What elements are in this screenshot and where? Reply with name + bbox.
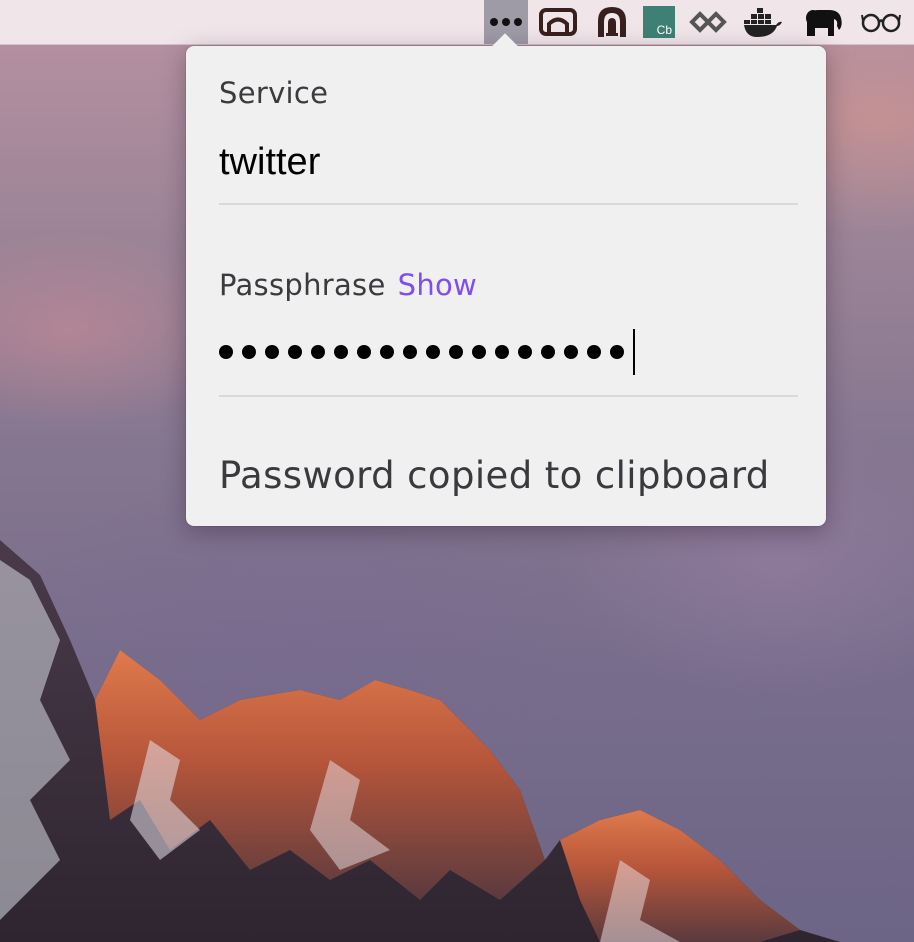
passphrase-dot: [564, 345, 578, 359]
service-input[interactable]: [219, 134, 798, 190]
tunnel-icon[interactable]: [590, 0, 634, 44]
passphrase-masked-dots: [219, 345, 633, 359]
passphrase-divider: [219, 395, 798, 397]
passphrase-dot: [380, 345, 394, 359]
desktop-wallpaper: Cb Service twitter Passphrase Show Passw…: [0, 0, 914, 942]
passphrase-label: Passphrase: [219, 268, 386, 302]
cb-app-icon-label: Cb: [657, 23, 673, 37]
passphrase-dot: [311, 345, 325, 359]
service-label: Service: [219, 76, 329, 110]
status-message: Password copied to clipboard: [219, 454, 770, 497]
passphrase-dot: [357, 345, 371, 359]
passphrase-dot: [472, 345, 486, 359]
passphrase-dot: [518, 345, 532, 359]
docker-whale-icon[interactable]: [742, 0, 784, 44]
show-passphrase-link[interactable]: Show: [398, 268, 477, 302]
passphrase-dot: [265, 345, 279, 359]
text-caret: [633, 329, 635, 375]
bridge-icon[interactable]: [536, 0, 580, 44]
password-popover: Service Passphrase Show Password copied t…: [186, 33, 826, 526]
passphrase-input[interactable]: [219, 326, 635, 378]
linked-diamonds-icon[interactable]: [686, 0, 730, 44]
glasses-icon[interactable]: [858, 0, 904, 44]
menu-bar: Cb: [0, 0, 914, 45]
elephant-icon[interactable]: [800, 0, 846, 44]
service-divider: [219, 203, 798, 205]
passphrase-dot: [587, 345, 601, 359]
passphrase-dot: [426, 345, 440, 359]
passphrase-dot: [334, 345, 348, 359]
passphrase-dot: [495, 345, 509, 359]
passphrase-label-row: Passphrase Show: [219, 268, 477, 302]
passphrase-dot: [610, 345, 624, 359]
passphrase-dot: [242, 345, 256, 359]
passphrase-dot: [541, 345, 555, 359]
passphrase-dot: [449, 345, 463, 359]
passphrase-dot: [403, 345, 417, 359]
cb-app-icon[interactable]: Cb: [642, 0, 676, 44]
passphrase-dot: [219, 345, 233, 359]
passphrase-dot: [288, 345, 302, 359]
